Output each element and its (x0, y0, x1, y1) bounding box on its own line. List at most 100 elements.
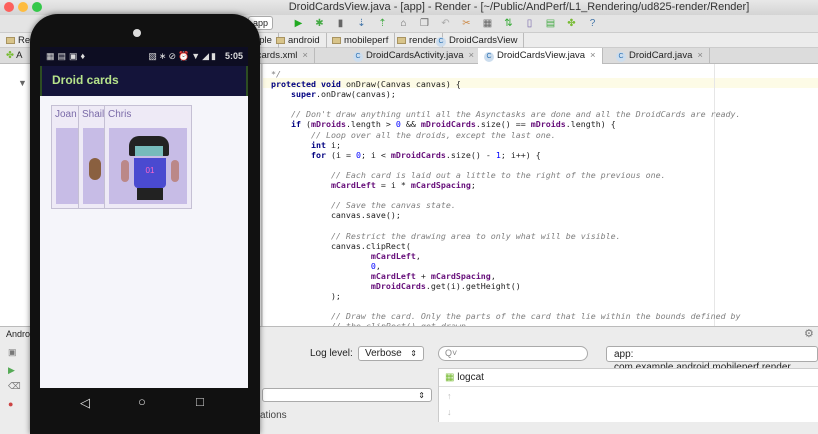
android-icon: ✤ (6, 50, 14, 61)
droid-card[interactable]: Chris 01 (104, 105, 192, 209)
code-token: // Don't draw anything until all the Asy… (271, 109, 741, 120)
code-token: mDroids (310, 119, 346, 130)
code-token: mCardLeft (271, 250, 416, 261)
help-icon[interactable]: ? (587, 18, 598, 29)
debug-icon[interactable]: ✱ (314, 18, 325, 29)
close-window-button[interactable] (4, 2, 14, 12)
code-token: , (375, 260, 381, 271)
app-filter-select[interactable]: app: com.example.android.mobileperf.rend… (606, 346, 818, 373)
android-monitor-icon[interactable]: ✤ (566, 18, 577, 29)
zoom-window-button[interactable] (32, 2, 42, 12)
project-structure-icon[interactable]: ▦ (482, 18, 493, 29)
breadcrumb-android[interactable]: android (270, 33, 327, 48)
clock: 5:05 (224, 51, 243, 61)
scroll-up-icon[interactable]: ↑ (447, 391, 452, 401)
device-select[interactable]: ⇕ (262, 388, 432, 402)
close-tab-icon[interactable]: × (469, 50, 475, 61)
code-line: if (mDroids.length > 0 && mDroidCards.si… (271, 119, 741, 129)
code-line: // Loop over all the droids, except the … (271, 130, 741, 140)
tab-droidcardsactivity[interactable]: C DroidCardsActivity.java × (347, 48, 482, 64)
window-titlebar: DroidCardsView.java - [app] - Render - [… (0, 0, 818, 15)
code-token: (i = (330, 149, 356, 160)
code-line: mCardLeft + mCardSpacing, (271, 271, 741, 281)
scroll-down-icon[interactable]: ↓ (447, 407, 452, 417)
settings-icon[interactable]: ✂ (461, 18, 472, 29)
tree-expand-icon[interactable]: ▼ (18, 78, 27, 88)
structure-icon[interactable]: ⌂ (398, 18, 409, 29)
copy-icon[interactable]: ❐ (419, 18, 430, 29)
attach-icon[interactable]: ▮ (335, 18, 346, 29)
log-level-label: Log level: (310, 348, 353, 359)
recents-button[interactable]: □ (196, 394, 204, 409)
tab-droidcardsview[interactable]: C DroidCardsView.java × (478, 48, 603, 64)
code-token: ; i++) { (500, 149, 541, 160)
code-content: */protected void onDraw(Canvas canvas) {… (271, 69, 741, 326)
droid-glasses (135, 146, 163, 156)
code-line: canvas.clipRect( (271, 241, 741, 251)
gutter-divider (262, 64, 263, 326)
folder-icon (6, 37, 15, 44)
sdk-manager-icon[interactable]: ▤ (545, 18, 556, 29)
code-editor[interactable]: */protected void onDraw(Canvas canvas) {… (262, 64, 818, 326)
run-icon[interactable]: ▶ (293, 18, 304, 29)
logcat-title: ▦ logcat (445, 372, 484, 383)
card-name: Chris (108, 109, 132, 120)
code-line: canvas.save(); (271, 210, 741, 220)
tab-label: DroidCardsView.java (497, 50, 586, 61)
code-line: mDroidCards.get(i).getHeight() (271, 281, 741, 291)
log-level-select[interactable]: Verbose ⇕ (358, 346, 424, 361)
code-token: mCardSpacing (410, 180, 471, 191)
guitar-icon (89, 158, 101, 180)
code-line: // Restrict the drawing area to only wha… (271, 231, 741, 241)
sync-icon[interactable]: ⇅ (503, 18, 514, 29)
code-token: , (490, 270, 496, 281)
breadcrumb-droidcardsview[interactable]: C DroidCardsView (430, 33, 525, 48)
close-tab-icon[interactable]: × (697, 50, 703, 61)
code-line: */ (271, 69, 741, 79)
code-line: 0, (271, 261, 741, 271)
code-token: mCardSpacing (430, 270, 491, 281)
home-button[interactable]: ○ (138, 394, 146, 409)
clear-icon[interactable]: ⌫ (8, 381, 21, 392)
screenshot-icon[interactable]: ▣ (8, 347, 17, 358)
code-token: // Loop over all the droids, except the … (271, 129, 556, 140)
navigation-bar: ◁ ○ □ (40, 388, 248, 418)
avd-manager-icon[interactable]: ▯ (524, 18, 535, 29)
breadcrumb-label: mobileperf (344, 35, 389, 46)
gear-icon[interactable]: ⚙ (804, 327, 814, 340)
code-line: ); (271, 291, 741, 301)
terminate-icon[interactable]: ● (8, 399, 13, 409)
breadcrumb-mobileperf[interactable]: mobileperf (326, 33, 396, 48)
code-token: mCardLeft (271, 180, 376, 191)
window-title: DroidCardsView.java - [app] - Render - [… (288, 1, 750, 13)
close-tab-icon[interactable]: × (302, 50, 308, 61)
logcat-search-input[interactable]: Q˅ (438, 346, 588, 361)
vcs-commit-icon[interactable]: ⇡ (377, 18, 388, 29)
panel-title: Andro (6, 329, 31, 339)
code-line: // Don't draw anything until all the Asy… (271, 109, 741, 119)
code-token: mDroidCards (271, 280, 426, 291)
code-line: // Save the canvas state. (271, 200, 741, 210)
code-token: onDraw(Canvas canvas) { (345, 79, 461, 90)
folder-icon (332, 37, 341, 44)
close-tab-icon[interactable]: × (590, 50, 596, 61)
code-token: canvas.save(); (271, 210, 401, 221)
tab-label: DroidCard.java (629, 50, 693, 61)
code-line: int i; (271, 140, 741, 150)
code-token: // Restrict the drawing area to only wha… (271, 230, 621, 241)
undo-icon[interactable]: ↶ (440, 18, 451, 29)
minimize-window-button[interactable] (18, 2, 28, 12)
code-line: for (i = 0; i < mDroidCards.size() - 1; … (271, 150, 741, 160)
code-token: super (290, 89, 316, 100)
code-token: */ (271, 69, 281, 79)
restart-icon[interactable]: ▶ (8, 365, 15, 376)
tab-label: A (16, 50, 23, 61)
code-token: .onDraw(canvas); (315, 89, 396, 100)
code-token: ; i < (360, 149, 391, 160)
back-button[interactable]: ◁ (80, 395, 90, 411)
droid-image: 01 (109, 128, 187, 204)
tab-droidcard[interactable]: C DroidCard.java × (610, 48, 710, 64)
vcs-update-icon[interactable]: ⇣ (356, 18, 367, 29)
